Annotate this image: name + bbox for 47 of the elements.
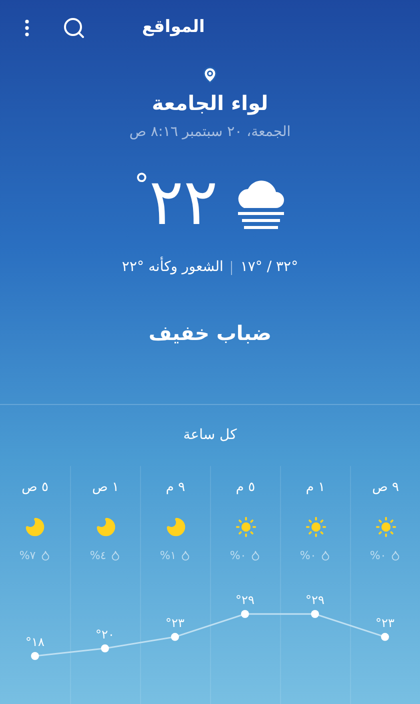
temperature-label: °٢٣ (376, 616, 394, 630)
hour-label: ٩ ص (372, 479, 399, 497)
feels-like: الشعور وكأنه °٢٢ (122, 257, 224, 278)
hour-label: ١ م (306, 479, 326, 497)
temperature-point (241, 610, 249, 618)
precipitation-chance: %٠ (230, 548, 246, 564)
precipitation-chance: %٤ (90, 548, 106, 564)
raindrop-icon (320, 550, 332, 562)
raindrop-icon (390, 550, 402, 562)
location-pin-icon (201, 66, 219, 84)
hour-label: ٥ ص (22, 479, 48, 497)
temperature-point (381, 632, 389, 641)
app-bar-title: المواقع (142, 16, 205, 40)
temperature-point (101, 644, 109, 652)
moon-icon (164, 516, 186, 538)
search-icon[interactable] (62, 16, 86, 40)
hour-label: ٥ م (236, 479, 256, 497)
temperature-label: °٢٩ (236, 593, 254, 607)
weather-condition: ضباب خفيف (148, 320, 272, 347)
temperature-label: °٢٣ (166, 616, 184, 630)
raindrop-icon (250, 550, 262, 562)
raindrop-icon (180, 550, 192, 562)
temperature-point (31, 652, 39, 660)
precipitation-chance: %٠ (300, 548, 316, 564)
temperature-label: °٢٩ (306, 593, 324, 607)
temperature-point (311, 610, 319, 618)
hourly-title: كل ساعة (183, 426, 237, 445)
precipitation-chance: %٠ (370, 548, 386, 564)
location-name: لواء الجامعة (152, 90, 268, 117)
raindrop-icon (110, 550, 122, 562)
raindrop-icon (40, 550, 51, 562)
hour-label: ١ ص (92, 479, 119, 497)
precipitation-chance: %٧ (19, 548, 36, 564)
temperature-label: °٢٠ (96, 627, 114, 642)
precipitation-chance: %١ (160, 548, 176, 564)
high-low-temperature: °٣٢ / °١٧ (240, 258, 298, 277)
temperature-point (171, 632, 179, 641)
temperature-label: °١٨ (26, 635, 44, 649)
sun-icon (304, 516, 326, 538)
moon-icon (94, 516, 116, 538)
date-time: الجمعة، ٢٠ سبتمبر ٨:١٦ ص (129, 123, 291, 142)
sun-icon (234, 516, 256, 538)
sun-icon (374, 516, 396, 538)
temperature-degree: ° (134, 171, 150, 201)
current-temperature: ٢٢ (149, 171, 218, 235)
hour-label: ٩ م (166, 479, 186, 497)
moon-icon (24, 516, 46, 538)
